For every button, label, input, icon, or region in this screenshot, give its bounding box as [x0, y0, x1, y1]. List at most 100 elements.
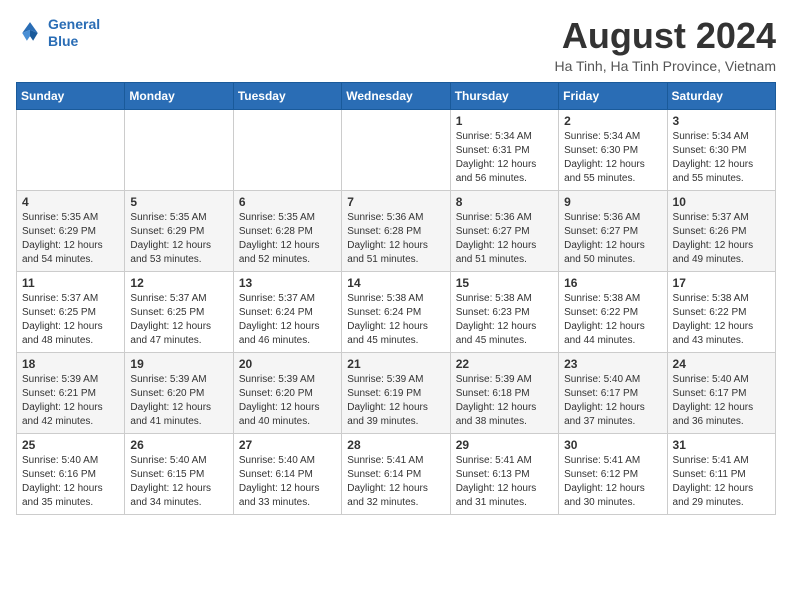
calendar-cell: 27 Sunrise: 5:40 AM Sunset: 6:14 PM Dayli…: [233, 433, 341, 514]
calendar-cell: 29 Sunrise: 5:41 AM Sunset: 6:13 PM Dayli…: [450, 433, 558, 514]
cell-info: Sunrise: 5:37 AM Sunset: 6:25 PM Dayligh…: [22, 292, 119, 348]
day-number: 13: [239, 276, 336, 290]
calendar-cell: 28 Sunrise: 5:41 AM Sunset: 6:14 PM Dayli…: [342, 433, 450, 514]
cell-info: Sunrise: 5:38 AM Sunset: 6:24 PM Dayligh…: [347, 292, 444, 348]
cell-info: Sunrise: 5:35 AM Sunset: 6:29 PM Dayligh…: [130, 211, 227, 267]
day-number: 22: [456, 357, 553, 371]
calendar-cell: 13 Sunrise: 5:37 AM Sunset: 6:24 PM Dayli…: [233, 271, 341, 352]
calendar-cell: 8 Sunrise: 5:36 AM Sunset: 6:27 PM Daylig…: [450, 190, 558, 271]
day-number: 9: [564, 195, 661, 209]
calendar-week-row: 25 Sunrise: 5:40 AM Sunset: 6:16 PM Dayli…: [17, 433, 776, 514]
cell-info: Sunrise: 5:39 AM Sunset: 6:20 PM Dayligh…: [239, 373, 336, 429]
header: General Blue August 2024 Ha Tinh, Ha Tin…: [16, 16, 776, 74]
cell-info: Sunrise: 5:41 AM Sunset: 6:13 PM Dayligh…: [456, 454, 553, 510]
cell-info: Sunrise: 5:40 AM Sunset: 6:14 PM Dayligh…: [239, 454, 336, 510]
cell-info: Sunrise: 5:40 AM Sunset: 6:15 PM Dayligh…: [130, 454, 227, 510]
cell-info: Sunrise: 5:34 AM Sunset: 6:30 PM Dayligh…: [564, 130, 661, 186]
calendar-cell: 1 Sunrise: 5:34 AM Sunset: 6:31 PM Daylig…: [450, 109, 558, 190]
cell-info: Sunrise: 5:41 AM Sunset: 6:12 PM Dayligh…: [564, 454, 661, 510]
day-number: 27: [239, 438, 336, 452]
day-number: 29: [456, 438, 553, 452]
cell-info: Sunrise: 5:35 AM Sunset: 6:29 PM Dayligh…: [22, 211, 119, 267]
location: Ha Tinh, Ha Tinh Province, Vietnam: [554, 58, 776, 74]
day-number: 17: [673, 276, 770, 290]
calendar-cell: 20 Sunrise: 5:39 AM Sunset: 6:20 PM Dayli…: [233, 352, 341, 433]
calendar-cell: 21Sunrise: 5:39 AM Sunset: 6:19 PM Dayli…: [342, 352, 450, 433]
day-number: 2: [564, 114, 661, 128]
day-number: 19: [130, 357, 227, 371]
weekday-header-row: SundayMondayTuesdayWednesdayThursdayFrid…: [17, 82, 776, 109]
calendar-cell: 10 Sunrise: 5:37 AM Sunset: 6:26 PM Dayli…: [667, 190, 775, 271]
weekday-header: Thursday: [450, 82, 558, 109]
calendar-cell: 24 Sunrise: 5:40 AM Sunset: 6:17 PM Dayli…: [667, 352, 775, 433]
weekday-header: Friday: [559, 82, 667, 109]
calendar-cell: [125, 109, 233, 190]
calendar-cell: [17, 109, 125, 190]
cell-info: Sunrise: 5:37 AM Sunset: 6:26 PM Dayligh…: [673, 211, 770, 267]
day-number: 10: [673, 195, 770, 209]
day-number: 20: [239, 357, 336, 371]
calendar-cell: 11 Sunrise: 5:37 AM Sunset: 6:25 PM Dayli…: [17, 271, 125, 352]
calendar-cell: 7Sunrise: 5:36 AM Sunset: 6:28 PM Daylig…: [342, 190, 450, 271]
cell-info: Sunrise: 5:37 AM Sunset: 6:24 PM Dayligh…: [239, 292, 336, 348]
calendar-week-row: 1 Sunrise: 5:34 AM Sunset: 6:31 PM Daylig…: [17, 109, 776, 190]
cell-info: Sunrise: 5:39 AM Sunset: 6:21 PM Dayligh…: [22, 373, 119, 429]
cell-info: Sunrise: 5:38 AM Sunset: 6:22 PM Dayligh…: [564, 292, 661, 348]
cell-info: Sunrise: 5:36 AM Sunset: 6:27 PM Dayligh…: [456, 211, 553, 267]
cell-info: Sunrise: 5:40 AM Sunset: 6:16 PM Dayligh…: [22, 454, 119, 510]
calendar-cell: 22Sunrise: 5:39 AM Sunset: 6:18 PM Dayli…: [450, 352, 558, 433]
day-number: 30: [564, 438, 661, 452]
day-number: 28: [347, 438, 444, 452]
month-year: August 2024: [554, 16, 776, 56]
calendar-week-row: 18 Sunrise: 5:39 AM Sunset: 6:21 PM Dayli…: [17, 352, 776, 433]
weekday-header: Saturday: [667, 82, 775, 109]
logo-text: General Blue: [48, 16, 100, 50]
cell-info: Sunrise: 5:38 AM Sunset: 6:22 PM Dayligh…: [673, 292, 770, 348]
calendar-cell: 3Sunrise: 5:34 AM Sunset: 6:30 PM Daylig…: [667, 109, 775, 190]
calendar-cell: 12 Sunrise: 5:37 AM Sunset: 6:25 PM Dayli…: [125, 271, 233, 352]
calendar-week-row: 4 Sunrise: 5:35 AM Sunset: 6:29 PM Daylig…: [17, 190, 776, 271]
day-number: 11: [22, 276, 119, 290]
logo-icon: [16, 19, 44, 47]
cell-info: Sunrise: 5:40 AM Sunset: 6:17 PM Dayligh…: [564, 373, 661, 429]
day-number: 8: [456, 195, 553, 209]
cell-info: Sunrise: 5:40 AM Sunset: 6:17 PM Dayligh…: [673, 373, 770, 429]
calendar-cell: 19 Sunrise: 5:39 AM Sunset: 6:20 PM Dayli…: [125, 352, 233, 433]
day-number: 21: [347, 357, 444, 371]
calendar-cell: 15 Sunrise: 5:38 AM Sunset: 6:23 PM Dayli…: [450, 271, 558, 352]
cell-info: Sunrise: 5:36 AM Sunset: 6:27 PM Dayligh…: [564, 211, 661, 267]
day-number: 18: [22, 357, 119, 371]
day-number: 6: [239, 195, 336, 209]
calendar-cell: 2 Sunrise: 5:34 AM Sunset: 6:30 PM Daylig…: [559, 109, 667, 190]
calendar-cell: 9 Sunrise: 5:36 AM Sunset: 6:27 PM Daylig…: [559, 190, 667, 271]
calendar-cell: 6 Sunrise: 5:35 AM Sunset: 6:28 PM Daylig…: [233, 190, 341, 271]
cell-info: Sunrise: 5:34 AM Sunset: 6:31 PM Dayligh…: [456, 130, 553, 186]
calendar-cell: 4 Sunrise: 5:35 AM Sunset: 6:29 PM Daylig…: [17, 190, 125, 271]
cell-info: Sunrise: 5:41 AM Sunset: 6:11 PM Dayligh…: [673, 454, 770, 510]
cell-info: Sunrise: 5:39 AM Sunset: 6:20 PM Dayligh…: [130, 373, 227, 429]
calendar-cell: [342, 109, 450, 190]
day-number: 24: [673, 357, 770, 371]
day-number: 1: [456, 114, 553, 128]
day-number: 5: [130, 195, 227, 209]
calendar-cell: [233, 109, 341, 190]
day-number: 15: [456, 276, 553, 290]
cell-info: Sunrise: 5:38 AM Sunset: 6:23 PM Dayligh…: [456, 292, 553, 348]
calendar-cell: 16Sunrise: 5:38 AM Sunset: 6:22 PM Dayli…: [559, 271, 667, 352]
weekday-header: Wednesday: [342, 82, 450, 109]
cell-info: Sunrise: 5:35 AM Sunset: 6:28 PM Dayligh…: [239, 211, 336, 267]
day-number: 12: [130, 276, 227, 290]
day-number: 4: [22, 195, 119, 209]
calendar-cell: 31Sunrise: 5:41 AM Sunset: 6:11 PM Dayli…: [667, 433, 775, 514]
day-number: 25: [22, 438, 119, 452]
calendar-cell: 26Sunrise: 5:40 AM Sunset: 6:15 PM Dayli…: [125, 433, 233, 514]
calendar-cell: 25 Sunrise: 5:40 AM Sunset: 6:16 PM Dayli…: [17, 433, 125, 514]
cell-info: Sunrise: 5:37 AM Sunset: 6:25 PM Dayligh…: [130, 292, 227, 348]
logo: General Blue: [16, 16, 100, 50]
cell-info: Sunrise: 5:36 AM Sunset: 6:28 PM Dayligh…: [347, 211, 444, 267]
cell-info: Sunrise: 5:41 AM Sunset: 6:14 PM Dayligh…: [347, 454, 444, 510]
calendar-week-row: 11 Sunrise: 5:37 AM Sunset: 6:25 PM Dayli…: [17, 271, 776, 352]
calendar-cell: 5 Sunrise: 5:35 AM Sunset: 6:29 PM Daylig…: [125, 190, 233, 271]
calendar-cell: 18 Sunrise: 5:39 AM Sunset: 6:21 PM Dayli…: [17, 352, 125, 433]
calendar-cell: 14Sunrise: 5:38 AM Sunset: 6:24 PM Dayli…: [342, 271, 450, 352]
